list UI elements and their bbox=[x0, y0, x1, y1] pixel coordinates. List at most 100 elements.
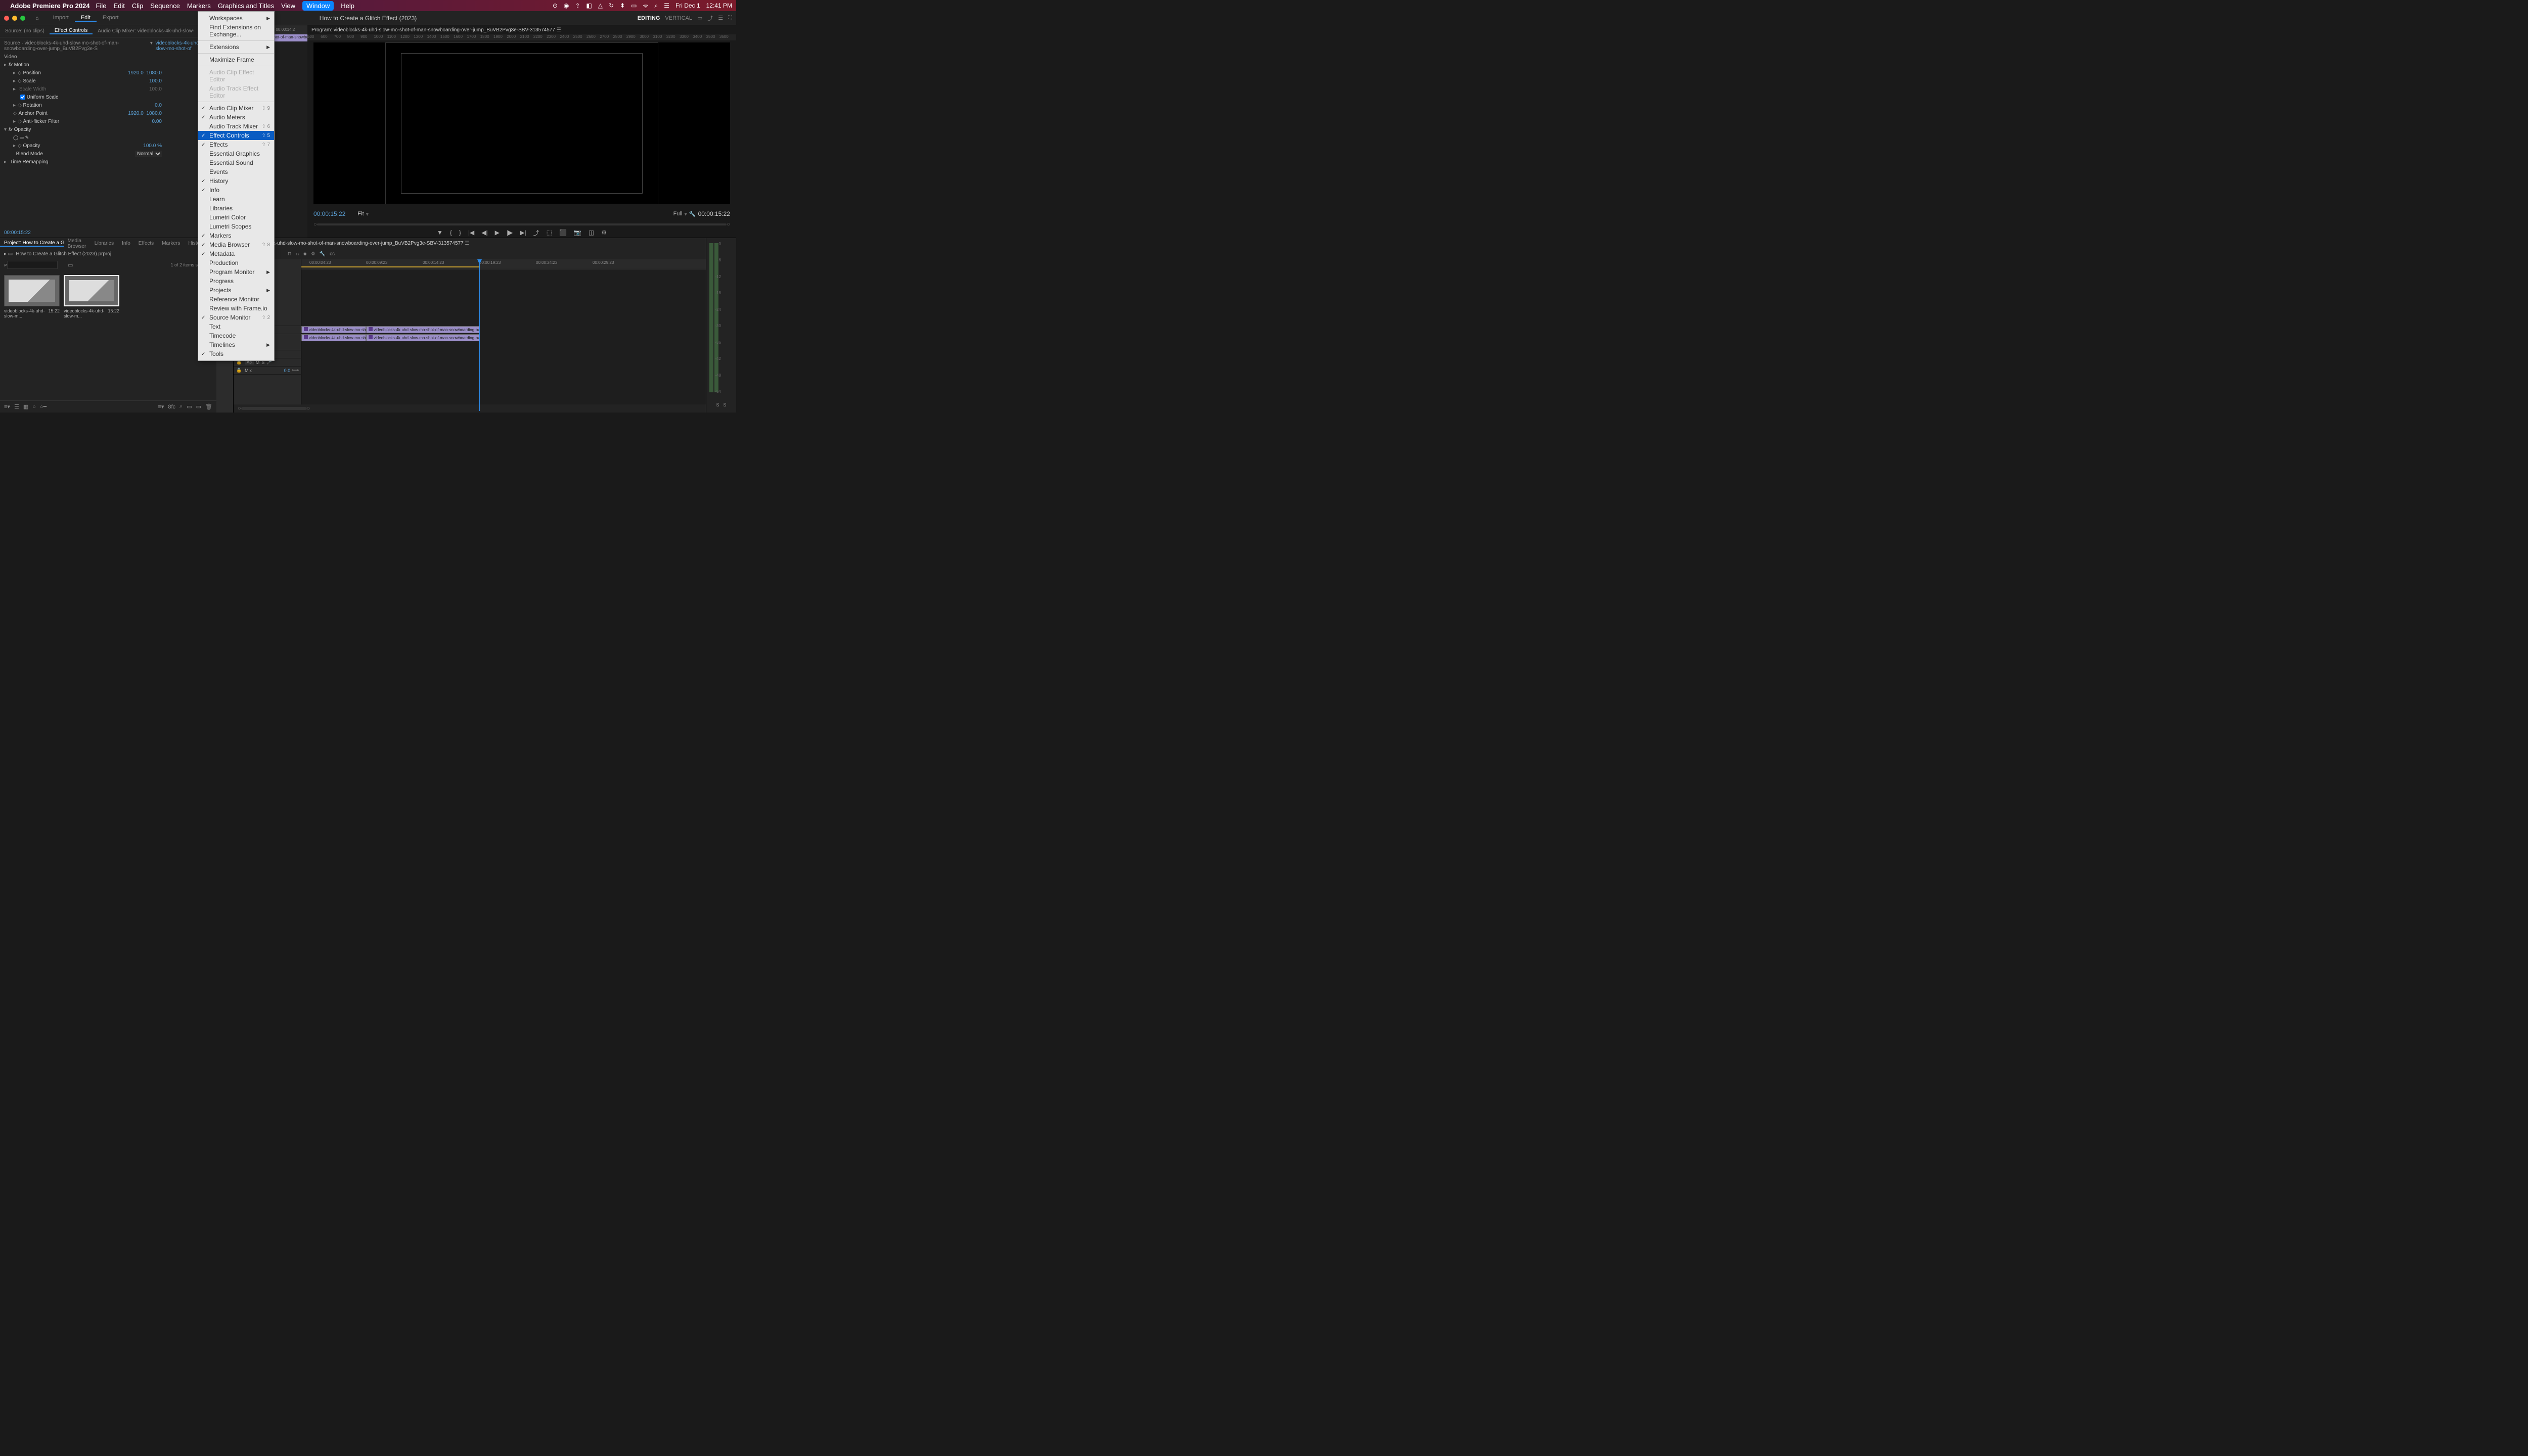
timeline-clips-area[interactable]: 00:00:04:2300:00:09:2300:00:14:2300:00:1… bbox=[301, 259, 706, 404]
markers-tab[interactable]: Markers bbox=[158, 241, 184, 246]
blend-mode-select[interactable]: Normal bbox=[135, 151, 162, 157]
share-icon[interactable]: ⤴ bbox=[707, 14, 713, 22]
lift-icon[interactable]: ⬚ bbox=[547, 229, 552, 236]
go-to-in-icon[interactable]: |◀ bbox=[468, 229, 474, 236]
freeform-icon[interactable]: ▦ bbox=[23, 403, 28, 410]
full-label[interactable]: Full bbox=[673, 211, 683, 217]
menu-sequence[interactable]: Sequence bbox=[150, 2, 180, 10]
snap-icon[interactable]: ⊓ bbox=[288, 251, 292, 257]
workspace-label[interactable]: EDITING bbox=[638, 15, 660, 21]
new-bin-icon[interactable]: ▭ bbox=[68, 262, 73, 268]
menu-item-text[interactable]: Text bbox=[198, 322, 274, 331]
compare-icon[interactable]: ◫ bbox=[589, 229, 594, 236]
track-mix[interactable]: 🔒Mix0.0⟼ bbox=[234, 367, 301, 375]
uniform-scale-checkbox[interactable] bbox=[20, 95, 25, 100]
program-viewer[interactable] bbox=[313, 42, 730, 204]
camera-icon[interactable]: 📷 bbox=[574, 229, 581, 236]
menu-item-audio-meters[interactable]: ✓Audio Meters bbox=[198, 113, 274, 122]
menu-item-effects[interactable]: ✓Effects⇧ 7 bbox=[198, 140, 274, 149]
menu-item-libraries[interactable]: Libraries bbox=[198, 204, 274, 213]
project-tab[interactable]: Project: How to Create a Glitch Effect (… bbox=[0, 240, 64, 247]
settings-icon[interactable]: ⚙ bbox=[601, 229, 607, 236]
menu-item-tools[interactable]: ✓Tools bbox=[198, 349, 274, 358]
marker-icon[interactable]: ▼ bbox=[437, 229, 443, 236]
go-to-out-icon[interactable]: ▶| bbox=[520, 229, 526, 236]
menu-item-audio-clip-mixer[interactable]: ✓Audio Clip Mixer⇧ 9 bbox=[198, 104, 274, 113]
timeline-clip[interactable]: videoblocks-4k-uhd-slow-mo-shot-of-man-s… bbox=[301, 326, 366, 333]
menu-item-workspaces[interactable]: Workspaces▶ bbox=[198, 14, 274, 23]
menu-item-lumetri-color[interactable]: Lumetri Color bbox=[198, 213, 274, 222]
search-icon[interactable]: ⌕ bbox=[654, 2, 658, 10]
step-back-icon[interactable]: ◀| bbox=[481, 229, 487, 236]
flicker-prop[interactable]: Anti-flicker Filter bbox=[23, 119, 60, 124]
menu-item-essential-sound[interactable]: Essential Sound bbox=[198, 158, 274, 167]
time-remap-effect[interactable]: Time Remapping bbox=[10, 159, 49, 165]
motion-effect[interactable]: Motion bbox=[14, 62, 29, 68]
trash-icon[interactable]: 🗑 bbox=[205, 403, 212, 410]
solo-l[interactable]: S bbox=[716, 402, 719, 413]
menu-item-program-monitor[interactable]: Program Monitor▶ bbox=[198, 267, 274, 277]
fullscreen-icon[interactable]: ⛶ bbox=[728, 15, 732, 21]
menu-item-events[interactable]: Events bbox=[198, 167, 274, 176]
out-icon[interactable]: } bbox=[459, 229, 461, 236]
info-tab[interactable]: Info bbox=[118, 241, 134, 246]
menu-item-projects[interactable]: Projects▶ bbox=[198, 286, 274, 295]
tab-edit[interactable]: Edit bbox=[75, 15, 97, 22]
timeline-clip[interactable]: videoblocks-4k-uhd-slow-mo-shot-of-man-s… bbox=[366, 326, 479, 333]
opacity-effect[interactable]: Opacity bbox=[14, 127, 31, 132]
opacity-value-prop[interactable]: Opacity bbox=[23, 143, 40, 149]
zoom-slider[interactable]: ○━ bbox=[40, 403, 47, 410]
tab-export[interactable]: Export bbox=[97, 15, 125, 22]
menu-item-timecode[interactable]: Timecode bbox=[198, 331, 274, 340]
rotation-prop[interactable]: Rotation bbox=[23, 103, 42, 108]
clip-thumbnail[interactable] bbox=[64, 275, 119, 306]
solo-r[interactable]: S bbox=[724, 402, 727, 413]
timeline-zoom[interactable] bbox=[241, 407, 307, 410]
control-center-icon[interactable]: ☰ bbox=[664, 2, 669, 9]
new-bin-icon[interactable]: ▭ bbox=[187, 403, 192, 410]
status-icon[interactable]: ⇪ bbox=[575, 2, 580, 9]
wrench-icon[interactable]: 🔧 bbox=[689, 211, 696, 217]
menu-item-review-with-frame-io[interactable]: Review with Frame.io bbox=[198, 304, 274, 313]
fit-dropdown[interactable]: Fit bbox=[357, 211, 364, 217]
program-tc-left[interactable]: 00:00:15:22 bbox=[313, 210, 345, 217]
workspace-icon[interactable]: ☰ bbox=[718, 15, 723, 21]
play-icon[interactable]: ▶ bbox=[495, 229, 500, 236]
status-icon[interactable]: ◉ bbox=[564, 2, 569, 9]
menu-item-learn[interactable]: Learn bbox=[198, 195, 274, 204]
project-item[interactable]: videoblocks-4k-uhd-slow-m...15:22 bbox=[4, 275, 60, 318]
effect-timecode[interactable]: 00:00:15:22 bbox=[4, 230, 31, 236]
status-icon[interactable]: ⊙ bbox=[553, 2, 558, 9]
menu-file[interactable]: File bbox=[96, 2, 107, 10]
effects-tab[interactable]: Effects bbox=[134, 241, 158, 246]
in-icon[interactable]: { bbox=[450, 229, 452, 236]
clip-thumbnail[interactable] bbox=[4, 275, 60, 306]
extract-icon[interactable]: ⬛ bbox=[559, 229, 567, 236]
workspace-vertical[interactable]: VERTICAL bbox=[665, 15, 692, 21]
close-button[interactable] bbox=[4, 16, 9, 21]
menu-item-production[interactable]: Production bbox=[198, 258, 274, 267]
timeline-clip[interactable]: videoblocks-4k-uhd-slow-mo-shot-of-man-s… bbox=[366, 334, 479, 341]
timeline-ruler[interactable]: 00:00:04:2300:00:09:2300:00:14:2300:00:1… bbox=[301, 259, 706, 269]
minimize-button[interactable] bbox=[12, 16, 17, 21]
tab-import[interactable]: Import bbox=[47, 15, 75, 22]
menu-item-metadata[interactable]: ✓Metadata bbox=[198, 249, 274, 258]
timeline-clip[interactable]: videoblocks-4k-uhd-slow-mo-shot-of-man-s… bbox=[301, 334, 366, 341]
home-icon[interactable]: ⌂ bbox=[35, 15, 39, 21]
icon-view-icon[interactable]: ☰ bbox=[14, 403, 19, 410]
quick-export-icon[interactable]: ▭ bbox=[697, 15, 702, 21]
menubar-date[interactable]: Fri Dec 1 bbox=[675, 2, 700, 9]
menu-item-media-browser[interactable]: ✓Media Browser⇧ 8 bbox=[198, 240, 274, 249]
project-search-input[interactable] bbox=[7, 261, 58, 269]
menubar-time[interactable]: 12:41 PM bbox=[706, 2, 732, 9]
menu-item-progress[interactable]: Progress bbox=[198, 277, 274, 286]
menu-edit[interactable]: Edit bbox=[113, 2, 124, 10]
wrench-icon[interactable]: 🔧 bbox=[320, 251, 326, 257]
cc-icon[interactable]: cc bbox=[330, 251, 335, 257]
menu-help[interactable]: Help bbox=[341, 2, 354, 10]
menu-item-find-extensions-on-exchange-[interactable]: Find Extensions on Exchange... bbox=[198, 23, 274, 39]
menu-window[interactable]: Window bbox=[302, 1, 334, 11]
status-icon[interactable]: ↻ bbox=[609, 2, 614, 9]
menu-graphics[interactable]: Graphics and Titles bbox=[218, 2, 274, 10]
auto-icon[interactable]: ≡▾ bbox=[158, 403, 164, 410]
